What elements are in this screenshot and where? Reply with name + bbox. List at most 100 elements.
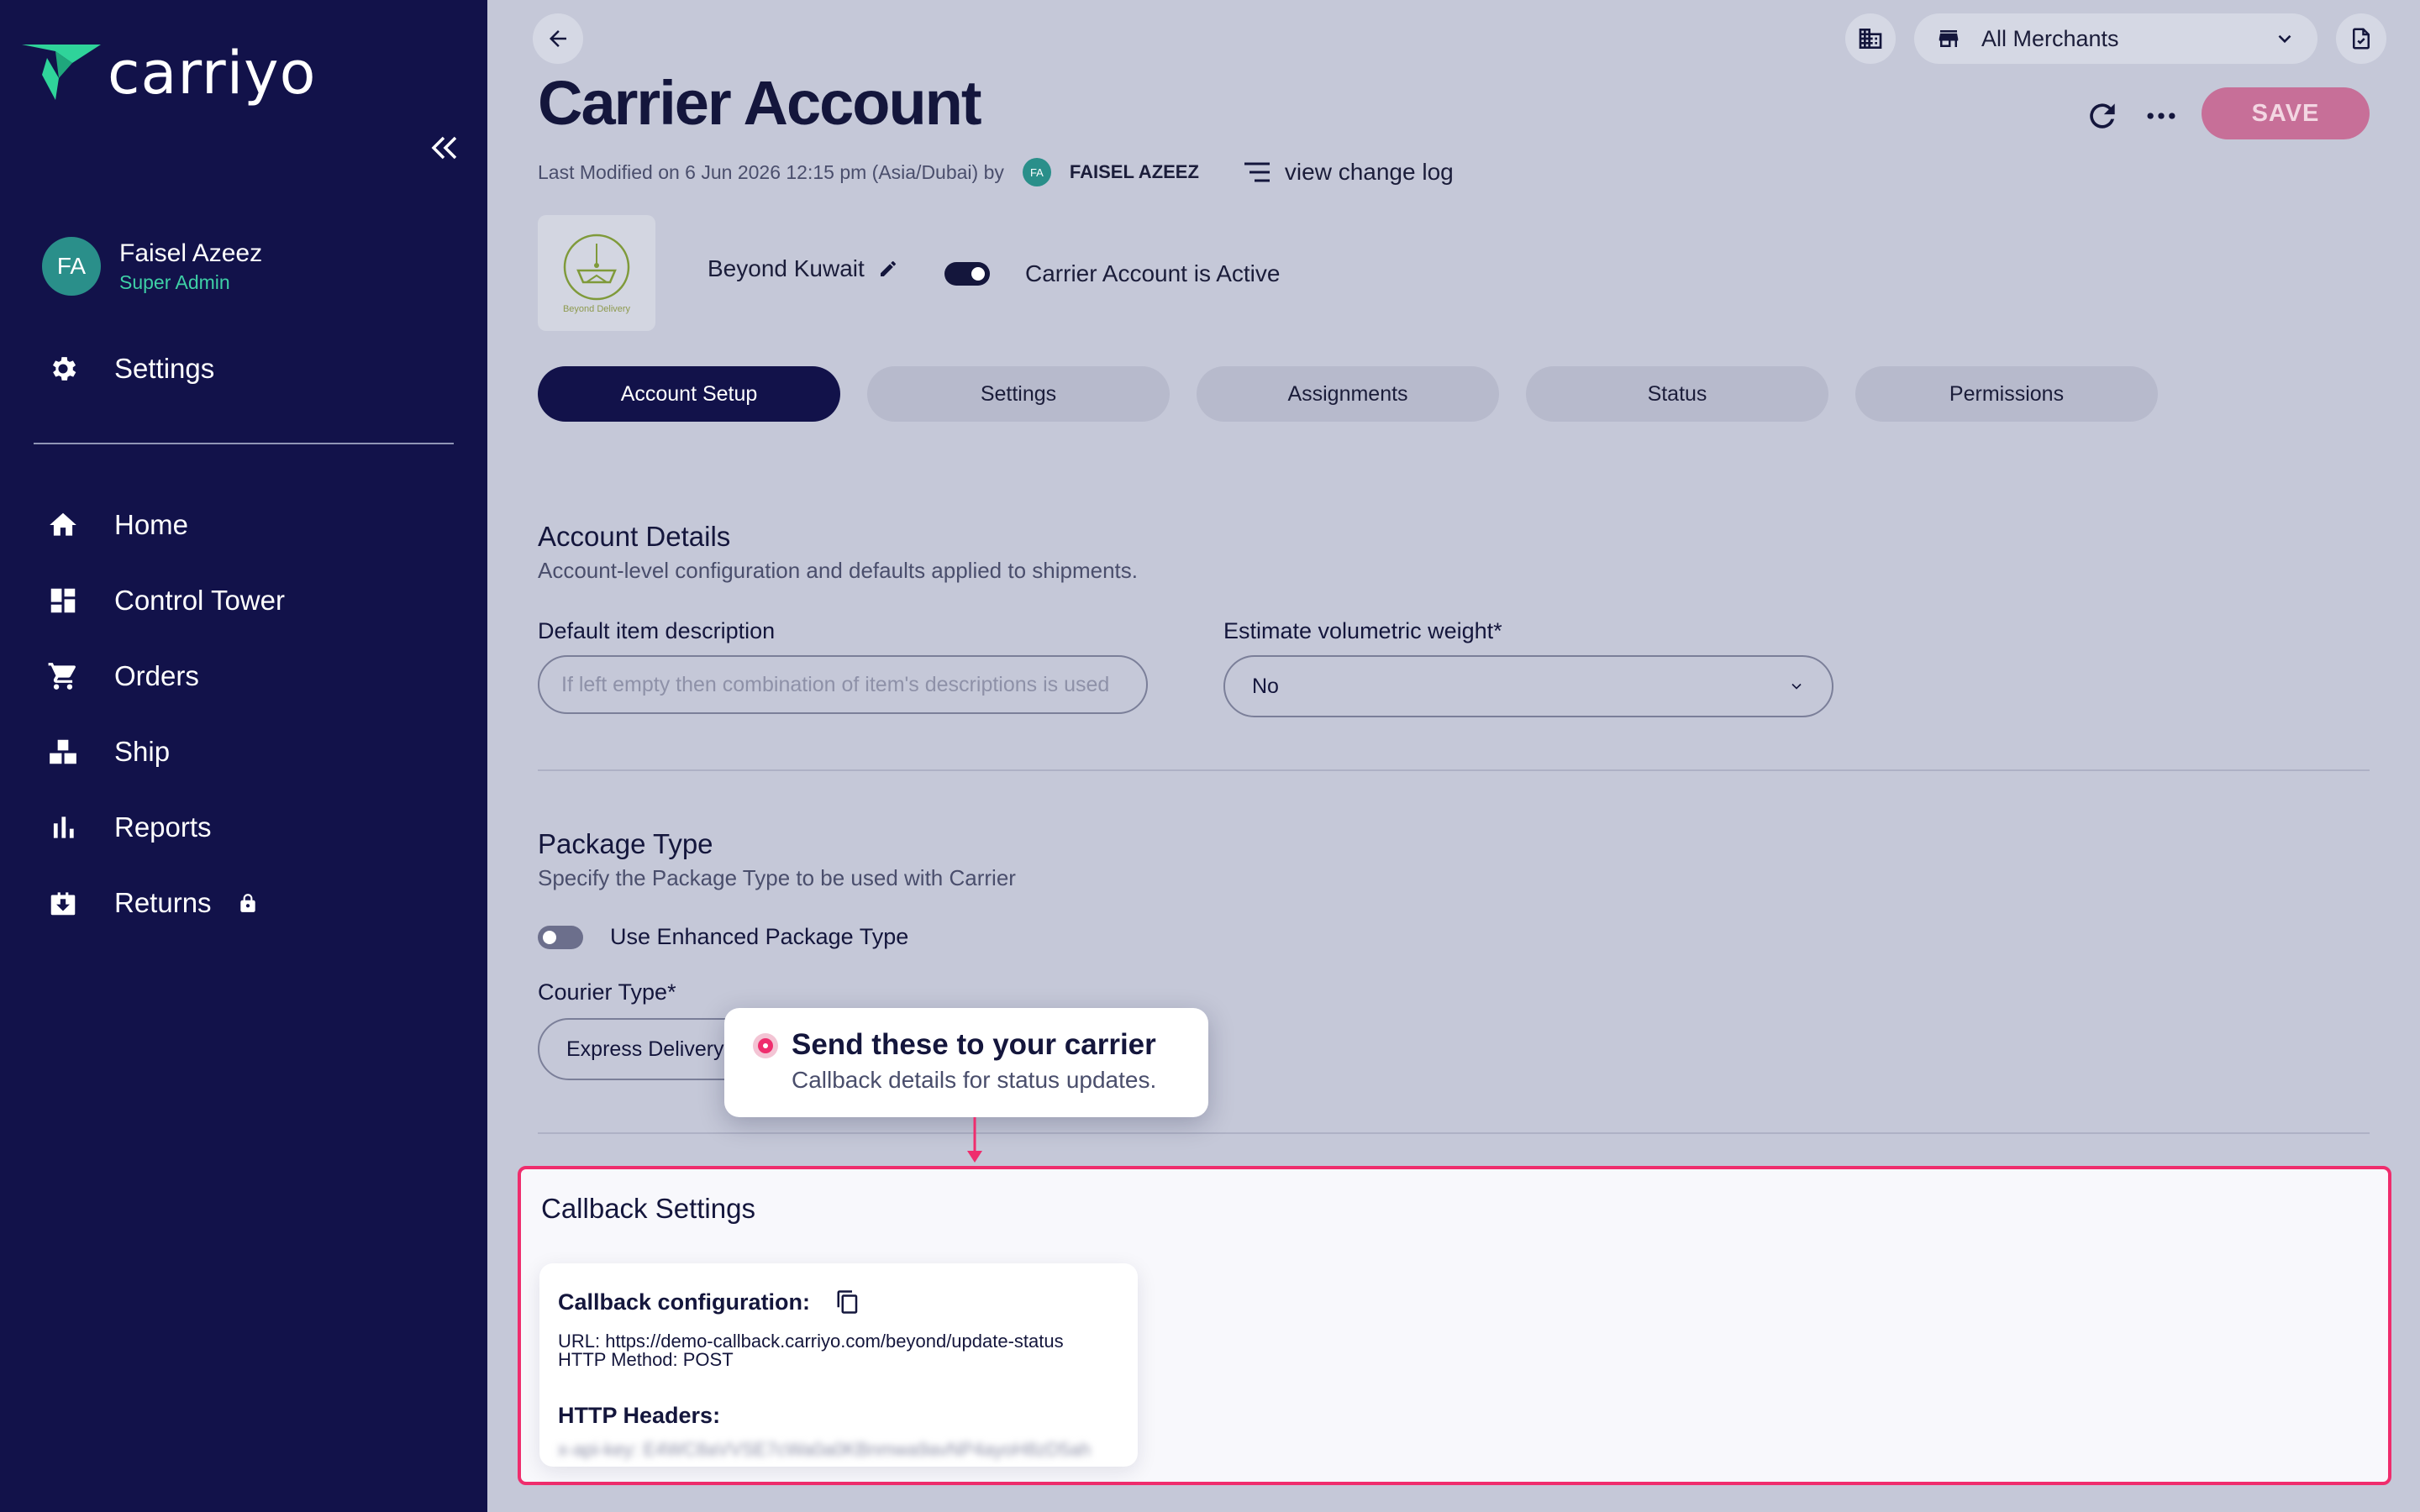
http-headers-label: HTTP Headers: <box>558 1403 721 1428</box>
beyond-delivery-logo-icon <box>563 234 630 301</box>
enhanced-package-toggle[interactable]: Use Enhanced Package Type <box>538 924 908 950</box>
merchant-select[interactable]: All Merchants <box>1914 13 2317 64</box>
sidebar-item-settings[interactable]: Settings <box>47 353 214 385</box>
home-icon <box>50 512 76 536</box>
more-options-icon[interactable] <box>2143 97 2180 134</box>
carrier-name-text: Beyond Kuwait <box>708 255 865 281</box>
sidebar-item-orders[interactable]: Orders <box>47 638 285 714</box>
building-icon <box>1859 29 1882 49</box>
arrow-left-icon <box>550 30 566 47</box>
tab-status[interactable]: Status <box>1526 366 1828 422</box>
avatar: FA <box>42 237 101 296</box>
sidebar: carriyo FA Faisel Azeez Super Admin Sett… <box>0 0 487 1512</box>
save-button[interactable]: SAVE <box>2202 87 2370 139</box>
tabs: Account Setup Settings Assignments Statu… <box>538 366 2185 422</box>
carrier-name[interactable]: Beyond Kuwait <box>708 255 898 282</box>
organization-button[interactable] <box>1845 13 1896 64</box>
last-modified-info: Last Modified on 6 Jun 2026 12:15 pm (As… <box>538 158 1454 186</box>
callback-http-method: HTTP Method: POST <box>558 1349 734 1370</box>
dashboard-icon <box>50 588 76 613</box>
toggle-switch-off[interactable] <box>538 925 583 949</box>
sidebar-nav: Home Control Tower Orders Ship Reports R… <box>47 487 285 941</box>
tab-account-setup[interactable]: Account Setup <box>538 366 840 422</box>
sidebar-item-label: Orders <box>114 660 199 691</box>
cart-icon <box>48 663 76 690</box>
callback-configuration-card: Callback configuration: URL: https://dem… <box>539 1263 1138 1467</box>
section-divider <box>538 1132 2370 1134</box>
list-icon <box>1244 162 1270 182</box>
sidebar-item-control-tower[interactable]: Control Tower <box>47 563 285 638</box>
tooltip-title: Send these to your carrier <box>792 1028 1156 1061</box>
toggle-switch-on[interactable] <box>944 262 990 286</box>
volumetric-weight-select[interactable]: No <box>1223 655 1833 717</box>
chevron-down-icon <box>2278 34 2291 44</box>
item-description-input[interactable]: If left empty then combination of item's… <box>538 655 1148 714</box>
tab-permissions[interactable]: Permissions <box>1855 366 2158 422</box>
sidebar-item-reports[interactable]: Reports <box>47 790 285 865</box>
chevron-down-icon <box>1791 683 1802 690</box>
callback-url: URL: https://demo-callback.carriyo.com/b… <box>558 1331 1064 1352</box>
carriyo-bird-icon <box>22 45 101 100</box>
callback-tooltip: Send these to your carrier Callback deta… <box>724 1008 1208 1117</box>
merchant-select-value: All Merchants <box>1981 25 2119 51</box>
package-type-subtitle: Specify the Package Type to be used with… <box>538 865 1016 890</box>
tooltip-subtitle: Callback details for status updates. <box>792 1067 1157 1093</box>
store-icon <box>1939 30 1959 47</box>
courier-type-label: Courier Type* <box>538 979 676 1005</box>
sidebar-item-home[interactable]: Home <box>47 487 285 563</box>
carrier-status-label: Carrier Account is Active <box>1025 260 1281 286</box>
user-role: Super Admin <box>119 270 230 293</box>
volumetric-weight-label: Estimate volumetric weight* <box>1223 618 1502 643</box>
enhanced-package-label: Use Enhanced Package Type <box>610 924 909 949</box>
lock-icon <box>239 894 255 912</box>
boxes-icon <box>50 739 76 764</box>
view-change-log-link[interactable]: view change log <box>1243 159 1454 186</box>
package-type-title: Package Type <box>538 828 713 859</box>
refresh-icon[interactable] <box>2084 97 2121 134</box>
return-box-icon <box>50 892 76 916</box>
document-button[interactable] <box>2336 13 2386 64</box>
tab-settings[interactable]: Settings <box>867 366 1170 422</box>
user-profile[interactable]: FA Faisel Azeez Super Admin <box>42 237 262 296</box>
bar-chart-icon <box>53 816 74 838</box>
author-name: FAISEL AZEEZ <box>1069 161 1199 182</box>
carrier-active-toggle[interactable]: Carrier Account is Active <box>944 260 1280 287</box>
section-divider <box>538 769 2370 771</box>
user-name: Faisel Azeez <box>119 239 263 267</box>
carrier-logo-caption: Beyond Delivery <box>562 304 631 314</box>
tooltip-indicator-icon <box>753 1033 778 1058</box>
back-button[interactable] <box>533 13 583 64</box>
sidebar-item-label: Settings <box>114 353 215 384</box>
last-modified-text: Last Modified on 6 Jun 2026 12:15 pm (As… <box>538 160 1004 183</box>
change-log-label: view change log <box>1284 159 1454 185</box>
gear-icon <box>52 357 76 381</box>
carrier-logo: Beyond Delivery <box>538 215 655 331</box>
volumetric-weight-value: No <box>1252 674 1279 698</box>
pencil-icon[interactable] <box>878 259 898 279</box>
sidebar-item-label: Ship <box>114 736 171 767</box>
sidebar-item-label: Home <box>114 509 189 540</box>
sidebar-item-label: Reports <box>114 811 212 843</box>
callback-config-label: Callback configuration: <box>558 1289 811 1315</box>
sidebar-item-label: Control Tower <box>114 585 285 616</box>
sidebar-item-label: Returns <box>114 887 212 918</box>
logo-text: carriyo <box>108 39 317 108</box>
sidebar-divider <box>34 443 454 444</box>
account-details-title: Account Details <box>538 521 731 552</box>
copy-icon[interactable] <box>835 1289 860 1315</box>
document-check-icon <box>2353 28 2370 50</box>
tab-assignments[interactable]: Assignments <box>1197 366 1499 422</box>
sidebar-item-returns[interactable]: Returns <box>47 865 285 941</box>
page-title: Carrier Account <box>538 68 982 138</box>
account-details-subtitle: Account-level configuration and defaults… <box>538 558 1138 583</box>
sidebar-item-ship[interactable]: Ship <box>47 714 285 790</box>
callback-settings-section: Callback Settings Callback configuration… <box>518 1166 2391 1485</box>
courier-type-value: Express Delivery <box>566 1037 724 1061</box>
carriyo-logo[interactable]: carriyo <box>22 39 316 108</box>
callback-config-heading: Callback configuration: <box>558 1289 1119 1315</box>
author-avatar: FA <box>1022 158 1051 186</box>
collapse-sidebar-icon[interactable] <box>427 131 460 165</box>
callback-settings-title: Callback Settings <box>541 1193 755 1224</box>
http-headers-value: x-api-key: E4WC8aVVSE7cWa0a0KBnmwa9avNP4… <box>558 1439 1091 1460</box>
arrow-down-icon <box>967 1117 982 1163</box>
